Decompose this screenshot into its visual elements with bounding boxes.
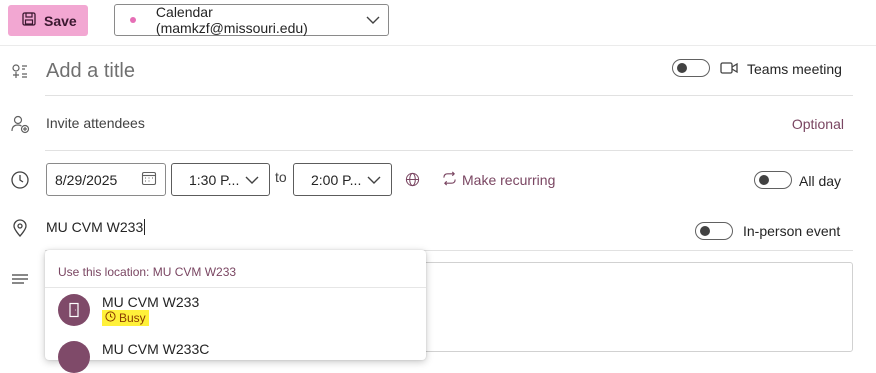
start-time-select[interactable]: 1:30 P... <box>171 163 270 196</box>
attendees-divider <box>45 150 853 151</box>
use-this-location-option[interactable]: Use this location: MU CVM W233 <box>58 265 236 279</box>
make-recurring-label: Make recurring <box>462 172 556 188</box>
suggestion-name: MU CVM W233 <box>102 294 200 310</box>
add-person-icon <box>10 114 30 134</box>
save-button[interactable]: Save <box>8 5 88 36</box>
end-time-select[interactable]: 2:00 P... <box>293 163 392 196</box>
video-camera-icon <box>720 60 738 81</box>
calendar-select-label: Calendar (mamkzf@missouri.edu) <box>155 4 308 36</box>
busy-status-badge: Busy <box>102 310 149 326</box>
calendar-select[interactable]: Calendar (mamkzf@missouri.edu) <box>114 4 389 36</box>
chevron-down-icon <box>367 172 381 188</box>
optional-attendees-link[interactable]: Optional <box>792 116 844 132</box>
clock-icon <box>10 170 30 190</box>
save-label: Save <box>44 12 77 29</box>
all-day-toggle[interactable] <box>754 171 792 189</box>
in-person-event-label: In-person event <box>743 223 841 239</box>
repeat-icon <box>442 171 457 189</box>
title-input[interactable]: Add a title <box>46 60 135 83</box>
location-pin-icon <box>10 218 30 238</box>
location-suggestions-dropdown: Use this location: MU CVM W233 MU CVM W2… <box>45 250 426 373</box>
calendar-icon[interactable] <box>141 170 157 189</box>
save-icon <box>22 12 36 29</box>
start-date-value: 8/29/2025 <box>55 171 118 188</box>
calendar-color-dot <box>130 17 136 23</box>
chevron-down-icon <box>245 172 259 188</box>
end-time-value: 2:00 P... <box>311 171 362 188</box>
dropdown-divider <box>45 287 426 288</box>
all-day-label: All day <box>799 173 842 189</box>
teams-meeting-label: Teams meeting <box>747 61 842 77</box>
room-avatar <box>58 294 90 326</box>
toolbar-divider <box>0 45 876 46</box>
location-value: MU CVM W233 <box>46 219 144 235</box>
to-label: to <box>275 169 287 185</box>
invite-attendees-input[interactable]: Invite attendees <box>46 115 145 131</box>
notes-icon <box>10 270 30 290</box>
room-avatar <box>58 341 90 373</box>
title-icon <box>10 62 30 82</box>
globe-icon[interactable] <box>405 172 420 192</box>
chevron-down-icon <box>366 12 380 28</box>
start-date-field[interactable]: 8/29/2025 <box>46 163 166 196</box>
busy-status-label: Busy <box>119 311 146 325</box>
start-time-value: 1:30 P... <box>189 171 240 188</box>
location-input[interactable]: MU CVM W233 <box>46 219 146 235</box>
title-divider <box>45 95 853 96</box>
suggestion-name: MU CVM W233C <box>102 341 210 357</box>
teams-meeting-toggle[interactable] <box>672 59 710 77</box>
in-person-event-toggle[interactable] <box>695 222 733 240</box>
clock-icon <box>105 311 116 325</box>
make-recurring-button[interactable]: Make recurring <box>442 171 555 189</box>
